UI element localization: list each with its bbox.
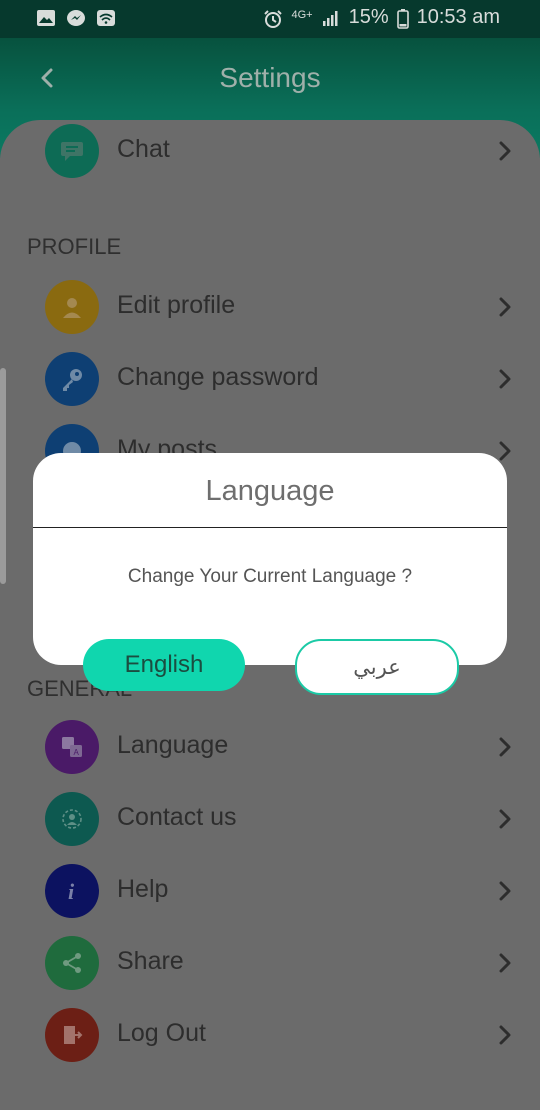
settings-item-contact-us[interactable]: Contact us bbox=[0, 783, 540, 855]
dialog-divider bbox=[33, 527, 507, 528]
settings-item-change-password[interactable]: Change password bbox=[0, 343, 540, 415]
network-type: 4G+ bbox=[291, 8, 313, 21]
clock-time: 10:53 am bbox=[416, 6, 500, 28]
support-icon bbox=[45, 792, 99, 846]
chevron-right-icon bbox=[496, 877, 514, 905]
english-button[interactable]: English bbox=[83, 639, 245, 691]
settings-item-language[interactable]: A Language bbox=[0, 711, 540, 783]
settings-item-log-out[interactable]: Log Out bbox=[0, 999, 540, 1071]
svg-text:i: i bbox=[68, 879, 75, 904]
messenger-icon bbox=[66, 9, 86, 27]
dialog-title: Language bbox=[205, 475, 335, 507]
settings-item-label: Share bbox=[117, 947, 184, 975]
logout-icon bbox=[45, 1008, 99, 1062]
svg-text:A: A bbox=[74, 748, 80, 757]
chevron-right-icon bbox=[496, 1021, 514, 1049]
signal-icon bbox=[321, 9, 341, 27]
alarm-icon bbox=[263, 9, 283, 28]
chevron-right-icon bbox=[496, 949, 514, 977]
info-icon: i bbox=[45, 864, 99, 918]
language-dialog: Language Change Your Current Language ? bbox=[33, 453, 507, 665]
settings-item-help[interactable]: i Help bbox=[0, 855, 540, 927]
settings-item-label: Change password bbox=[117, 363, 319, 391]
wifi-icon bbox=[96, 9, 116, 27]
image-icon bbox=[36, 9, 56, 27]
user-icon bbox=[45, 280, 99, 334]
settings-item-label: Edit profile bbox=[117, 291, 236, 319]
dialog-message: Change Your Current Language ? bbox=[127, 566, 413, 587]
settings-item-label: Help bbox=[117, 875, 169, 903]
key-icon bbox=[45, 352, 99, 406]
status-bar: 4G+ 15% 10:53 am bbox=[0, 0, 540, 38]
translate-icon: A bbox=[45, 720, 99, 774]
chevron-right-icon bbox=[496, 293, 514, 321]
settings-item-label: Chat bbox=[117, 135, 170, 163]
settings-item-label: Log Out bbox=[117, 1019, 206, 1047]
settings-item-share[interactable]: Share bbox=[0, 927, 540, 999]
chat-icon bbox=[45, 124, 99, 178]
chevron-right-icon bbox=[496, 365, 514, 393]
settings-item-label: Language bbox=[117, 731, 229, 759]
settings-item-label: Contact us bbox=[117, 803, 237, 831]
section-header-profile: PROFILE bbox=[27, 234, 122, 259]
chevron-right-icon bbox=[496, 137, 514, 165]
share-icon bbox=[45, 936, 99, 990]
chevron-right-icon bbox=[496, 805, 514, 833]
arabic-button[interactable]: عربي bbox=[295, 639, 459, 695]
battery-percent: 15% bbox=[348, 6, 389, 28]
chevron-right-icon bbox=[496, 733, 514, 761]
settings-item-edit-profile[interactable]: Edit profile bbox=[0, 271, 540, 343]
settings-item-chat[interactable]: Chat bbox=[0, 115, 540, 187]
page-title: Settings bbox=[219, 62, 321, 93]
battery-icon bbox=[396, 8, 409, 29]
